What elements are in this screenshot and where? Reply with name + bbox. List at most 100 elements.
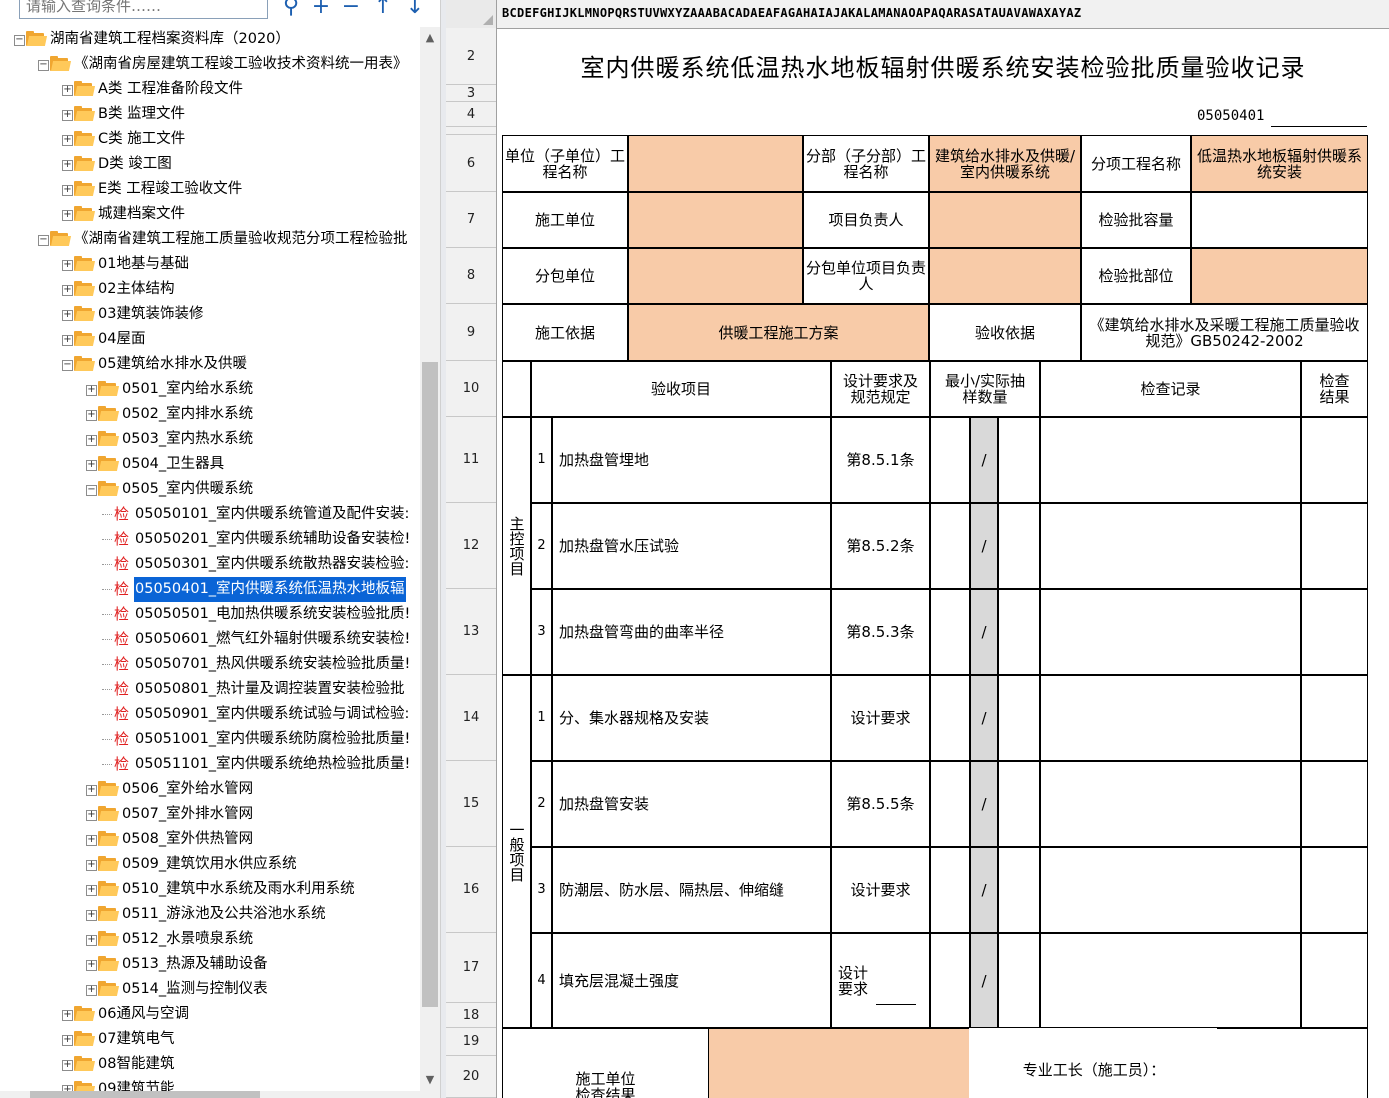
row-number[interactable]: 2 [446, 28, 496, 85]
tree-folder[interactable]: +02主体结构 [0, 277, 420, 302]
check-result-cell[interactable] [1301, 675, 1368, 761]
sample-actual-cell[interactable] [998, 503, 1040, 589]
tree-folder[interactable]: +0506_室外给水管网 [0, 777, 420, 802]
sample-min-cell[interactable] [930, 589, 970, 675]
tree-leaf[interactable]: 检 05050101_室内供暖系统管道及配件安装: [0, 502, 420, 527]
scroll-thumb[interactable] [422, 362, 438, 1007]
expand-icon[interactable]: + [86, 460, 97, 471]
search-icon[interactable]: ⚲ [278, 0, 304, 20]
tree-folder[interactable]: + A类 工程准备阶段文件 [0, 77, 420, 102]
plus-icon[interactable]: + [308, 0, 334, 20]
tree-folder[interactable]: + D类 竣工图 [0, 152, 420, 177]
expand-icon[interactable]: + [62, 260, 73, 271]
row-number[interactable]: 17 [446, 933, 496, 1003]
sample-min-cell[interactable] [930, 417, 970, 503]
check-result-cell[interactable] [1301, 417, 1368, 503]
sample-actual-cell[interactable] [998, 417, 1040, 503]
sample-min-cell[interactable] [930, 503, 970, 589]
expand-icon[interactable]: + [62, 1060, 73, 1071]
tree-folder[interactable]: +0513_热源及辅助设备 [0, 952, 420, 977]
row-number[interactable]: 19 [446, 1028, 496, 1056]
tree-folder[interactable]: − 0505_室内供暖系统 [0, 477, 420, 502]
form-number-underline[interactable] [1271, 126, 1367, 127]
acceptance-basis-value[interactable]: 《建筑给水排水及采暖工程施工质量验收规范》GB50242-2002 [1081, 304, 1368, 361]
tree-folder[interactable]: +04屋面 [0, 327, 420, 352]
tree-group[interactable]: − 《湖南省建筑工程施工质量验收规范分项工程检验批 [0, 227, 420, 252]
check-result-cell[interactable] [1301, 503, 1368, 589]
expand-icon[interactable]: + [86, 885, 97, 896]
tree-folder[interactable]: − 05建筑给水排水及供暖 [0, 352, 420, 377]
tree-folder[interactable]: +06通风与空调 [0, 1002, 420, 1027]
expand-icon[interactable]: + [62, 110, 73, 121]
expand-icon[interactable]: + [62, 160, 73, 171]
expand-icon[interactable]: + [86, 810, 97, 821]
subcontractor-value-cell[interactable] [628, 248, 803, 304]
expand-icon[interactable]: + [62, 85, 73, 96]
scroll-down-icon[interactable]: ▼ [420, 1073, 440, 1086]
tree-folder[interactable]: +0511_游泳池及公共浴池水系统 [0, 902, 420, 927]
tree-folder[interactable]: + E类 工程竣工验收文件 [0, 177, 420, 202]
check-result-cell[interactable] [1301, 933, 1368, 1028]
tree-folder[interactable]: + C类 施工文件 [0, 127, 420, 152]
expand-icon[interactable]: + [62, 335, 73, 346]
row-number[interactable]: 10 [446, 361, 496, 417]
tree-folder[interactable]: + 城建档案文件 [0, 202, 420, 227]
tree-folder[interactable]: +0503_室内热水系统 [0, 427, 420, 452]
collapse-icon[interactable]: − [14, 35, 25, 46]
sub-pm-value-cell[interactable] [929, 248, 1081, 304]
column-letters[interactable]: BCDEFGHIJKLMNOPQRSTUVWXYZAAABACADAEAFAGA… [502, 6, 1081, 20]
row-number[interactable]: 14 [446, 675, 496, 761]
position-value-cell[interactable] [1191, 248, 1368, 304]
sample-min-cell[interactable] [930, 847, 970, 933]
tree-folder[interactable]: +01地基与基础 [0, 252, 420, 277]
tree-leaf[interactable]: 检 05050301_室内供暖系统散热器安装检验: [0, 552, 420, 577]
tree-group[interactable]: − 《湖南省房屋建筑工程竣工验收技术资料统一用表》 [0, 52, 420, 77]
check-record-cell[interactable] [1040, 417, 1301, 503]
sample-actual-cell[interactable] [998, 933, 1040, 1028]
expand-icon[interactable]: + [86, 985, 97, 996]
expand-icon[interactable]: + [62, 285, 73, 296]
expand-icon[interactable]: + [62, 185, 73, 196]
tree-folder[interactable]: +0512_水景喷泉系统 [0, 927, 420, 952]
tree-horizontal-scrollbar[interactable] [0, 1091, 420, 1098]
scroll-up-icon[interactable]: ▲ [420, 31, 440, 44]
sample-actual-cell[interactable] [998, 675, 1040, 761]
expand-icon[interactable]: + [62, 1010, 73, 1021]
foreman-value-cell[interactable] [1217, 1028, 1368, 1098]
tree-folder[interactable]: +0510_建筑中水系统及雨水利用系统 [0, 877, 420, 902]
tree-folder[interactable]: +0501_室内给水系统 [0, 377, 420, 402]
tree-folder[interactable]: +07建筑电气 [0, 1027, 420, 1052]
sample-actual-cell[interactable] [998, 847, 1040, 933]
tree-leaf[interactable]: 检 05050601_燃气红外辐射供暖系统安装检! [0, 627, 420, 652]
sample-actual-cell[interactable] [998, 589, 1040, 675]
tree-folder[interactable]: + B类 监理文件 [0, 102, 420, 127]
design-value-input[interactable] [876, 934, 916, 1005]
row-number[interactable]: 7 [446, 192, 496, 248]
row-number[interactable]: 15 [446, 761, 496, 847]
tree-folder[interactable]: +0508_室外供热管网 [0, 827, 420, 852]
select-all-corner[interactable] [446, 0, 497, 28]
subpart-value[interactable]: 建筑给水排水及供暖/室内供暖系统 [929, 135, 1081, 192]
row-number[interactable]: 13 [446, 589, 496, 675]
tree-leaf[interactable]: 检 05050201_室内供暖系统辅助设备安装检! [0, 527, 420, 552]
check-record-cell[interactable] [1040, 933, 1301, 1028]
check-record-cell[interactable] [1040, 503, 1301, 589]
expand-icon[interactable]: + [86, 435, 97, 446]
expand-icon[interactable]: + [86, 910, 97, 921]
item-spec-cell[interactable]: 设计要求 [831, 933, 930, 1028]
check-record-cell[interactable] [1040, 847, 1301, 933]
expand-icon[interactable]: + [86, 785, 97, 796]
sample-min-cell[interactable] [930, 933, 970, 1028]
scroll-thumb[interactable] [30, 1091, 260, 1098]
item-name-value[interactable]: 低温热水地板辐射供暖系统安装 [1191, 135, 1368, 192]
tree-leaf[interactable]: 检 05050801_热计量及调控装置安装检验批 [0, 677, 420, 702]
row-number[interactable]: 9 [446, 304, 496, 361]
capacity-value-cell[interactable] [1191, 192, 1368, 248]
check-result-cell[interactable] [1301, 761, 1368, 847]
row-number[interactable]: 3 [446, 85, 496, 102]
basis-value[interactable]: 供暖工程施工方案 [628, 304, 929, 361]
tree-folder[interactable]: +09建筑节能 [0, 1077, 420, 1091]
collapse-icon[interactable]: − [86, 485, 97, 496]
tree-leaf[interactable]: 检 05051101_室内供暖系统绝热检验批质量! [0, 752, 420, 777]
tree-folder[interactable]: +0514_监测与控制仪表 [0, 977, 420, 1002]
